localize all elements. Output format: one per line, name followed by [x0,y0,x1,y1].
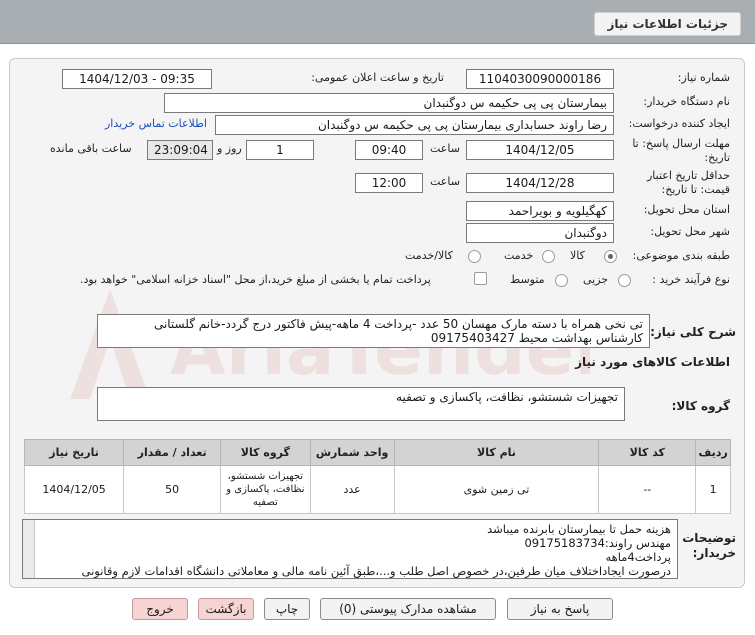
remaining-time-field: 23:09:04 [147,140,213,160]
cell-qty: 50 [123,465,222,514]
category-radio-goods[interactable] [604,250,617,263]
attachments-button[interactable]: مشاهده مدارک پیوستی (0) [320,598,496,620]
col-code: کد کالا [598,439,697,466]
table-header-row: ردیف کد کالا نام کالا واحد شمارش گروه کا… [23,439,731,466]
days-field[interactable]: 1 [246,140,314,160]
cell-unit: عدد [309,465,395,514]
province-label: استان محل تحویل: [643,203,730,216]
cell-name: تی زمین شوی [393,465,600,514]
category-label: طبقه بندی موضوعی: [632,249,730,262]
process-radio-medium[interactable] [555,274,568,287]
buyer-contact-link[interactable]: اطلاعات تماس خریدار [105,117,207,130]
category-radio-both[interactable] [468,250,481,263]
process-label: نوع فرآیند خرید : [652,273,730,286]
category-option-both: کالا/خدمت [405,249,453,262]
cell-group: تجهیزات شستشو، نظافت، پاکسازی و تصفیه [220,465,311,514]
category-radio-service[interactable] [542,250,555,263]
back-button[interactable]: بازگشت [198,598,254,620]
table-row[interactable]: 1 -- تی زمین شوی عدد تجهیزات شستشو، نظاف… [23,465,731,514]
goods-info-title: اطلاعات کالاهای مورد نیاز [575,355,730,369]
buyer-notes-textarea[interactable]: هزینه حمل تا بیمارستان بابرنده میباشد مه… [22,519,678,579]
cell-row: 1 [695,465,731,514]
send-deadline-label: مهلت ارسال پاسخ: تا تاریخ: [632,137,730,164]
col-date: تاریخ نیاز [23,439,125,466]
page-header: جزئیات اطلاعات نیاز [0,0,755,44]
process-radio-minor[interactable] [618,274,631,287]
process-option-minor: جزیی [583,273,609,286]
validity-time-field[interactable]: 12:00 [355,173,423,193]
buyer-note-line: هزینه حمل تا بیمارستان بابرنده میباشد [487,522,671,536]
summary-label: شرح کلی نیاز: [650,325,736,339]
buyer-org-label: نام دستگاه خریدار: [643,95,730,108]
cell-date: 1404/12/05 [23,465,125,514]
col-row: ردیف [695,439,731,466]
send-time-field[interactable]: 09:40 [355,140,423,160]
city-label: شهر محل تحویل: [650,225,730,238]
items-table: ردیف کد کالا نام کالا واحد شمارش گروه کا… [23,439,731,514]
buyer-note-line: مهندس راوند:09175183734 [524,536,671,550]
treasury-checkbox[interactable] [474,272,487,285]
need-number-label: شماره نیاز: [677,71,730,84]
buyer-notes-label: توضیحات خریدار: [682,531,736,560]
payment-note: پرداخت تمام یا بخشی از مبلغ خرید،از محل … [80,273,431,286]
col-qty: تعداد / مقدار [123,439,222,466]
buyer-org-field[interactable]: بیمارستان پی پی حکیمه س دوگنبدان [164,93,614,113]
col-unit: واحد شمارش [309,439,395,466]
goods-group-textarea[interactable]: تجهیزات شستشو، نظافت، پاکسازی و تصفیه [97,387,625,421]
print-button[interactable]: چاپ [264,598,310,620]
col-group: گروه کالا [220,439,311,466]
buyer-note-line: درصورت ایجاداختلاف میان طرفین،در خصوص اص… [81,564,672,578]
province-field[interactable]: کهگیلویه و بویراحمد [466,201,614,221]
category-option-service: خدمت [504,249,534,262]
creator-field[interactable]: رضا راوند حسابداری بیمارستان پی پی حکیمه… [215,115,614,135]
col-name: نام کالا [393,439,600,466]
summary-textarea[interactable]: تی نخی همراه با دسته مارک مهسان 50 عدد -… [97,314,650,348]
validity-label: حداقل تاریخ اعتبار قیمت: تا تاریخ: [646,169,730,196]
need-number-field[interactable]: 1104030090000186 [466,69,614,89]
goods-group-label: گروه کالا: [671,399,730,413]
days-label: روز و [217,142,242,155]
page-title: جزئیات اطلاعات نیاز [594,12,741,36]
scrollbar[interactable] [23,520,35,578]
creator-label: ایجاد کننده درخواست: [628,117,730,130]
city-field[interactable]: دوگنبدان [466,223,614,243]
send-date-field[interactable]: 1404/12/05 [466,140,614,160]
announce-label: تاریخ و ساعت اعلان عمومی: [311,71,444,84]
exit-button[interactable]: خروج [132,598,188,620]
buyer-note-line: پرداخت4ماهه [605,550,672,564]
remaining-label: ساعت باقی مانده [50,142,132,155]
validity-time-label: ساعت [430,175,460,188]
process-option-medium: متوسط [510,273,545,286]
send-time-label: ساعت [430,142,460,155]
reply-button[interactable]: پاسخ به نیاز [507,598,613,620]
details-panel: AriaTender.neT شماره نیاز: 1104030090000… [9,58,745,588]
announce-field[interactable]: 1404/12/03 - 09:35 [62,69,212,89]
category-option-goods: کالا [570,249,585,262]
validity-date-field[interactable]: 1404/12/28 [466,173,614,193]
cell-code: -- [598,465,697,514]
